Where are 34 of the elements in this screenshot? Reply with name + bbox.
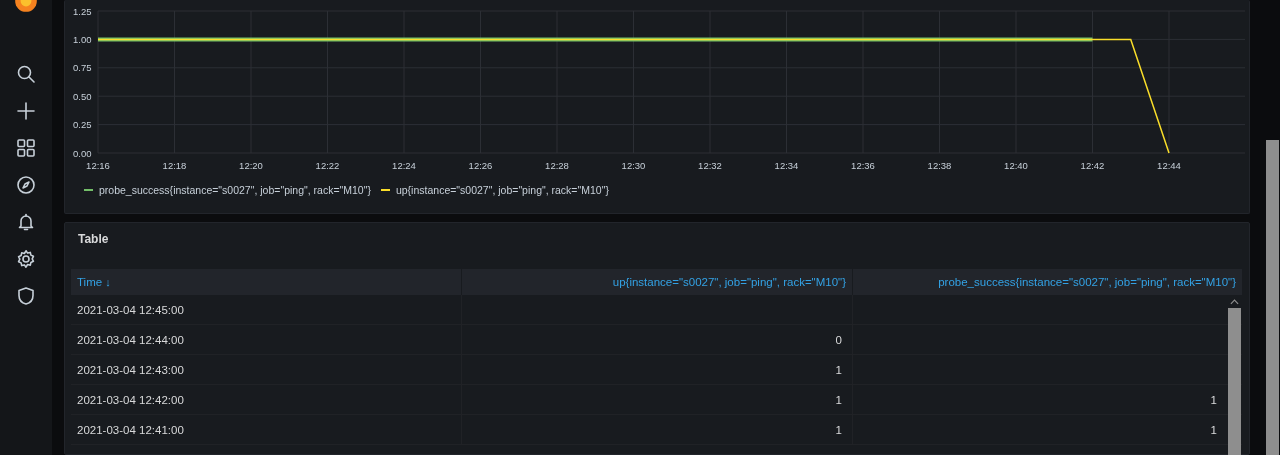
table-cell: 1: [1210, 423, 1217, 436]
table-cell: 2021-03-04 12:41:00: [77, 423, 184, 436]
x-tick-label: 12:42: [1080, 160, 1105, 171]
table-cell: 1: [835, 423, 842, 436]
y-tick-label: 0.25: [73, 119, 92, 131]
sort-arrow-icon: ↓: [105, 276, 111, 288]
table-cell: 1: [835, 363, 842, 376]
x-tick-label: 12:44: [1157, 160, 1181, 171]
y-tick-label: 0.75: [73, 62, 92, 74]
x-tick-label: 12:20: [239, 160, 263, 171]
y-tick-label: 1.25: [73, 5, 92, 17]
table-cell: 2021-03-04 12:43:00: [77, 363, 184, 376]
x-tick-label: 12:28: [545, 160, 569, 171]
x-tick-label: 12:34: [774, 160, 799, 171]
x-tick-label: 12:26: [468, 160, 493, 171]
x-tick-label: 12:18: [162, 160, 187, 171]
x-tick-label: 12:36: [851, 160, 875, 171]
x-tick-label: 12:22: [315, 160, 340, 171]
table-cell: 2021-03-04 12:44:00: [77, 333, 184, 346]
x-tick-label: 12:30: [621, 160, 646, 171]
panel-title: Table: [77, 231, 110, 248]
x-tick-label: 12:24: [392, 160, 416, 171]
table-cell: 1: [1210, 393, 1217, 406]
table-cell: 0: [835, 333, 842, 346]
y-tick-label: 1.00: [73, 33, 92, 45]
x-tick-label: 12:16: [86, 160, 110, 171]
x-tick-label: 12:40: [1004, 160, 1028, 171]
x-tick-label: 12:32: [698, 160, 722, 171]
y-tick-label: 0.00: [73, 147, 92, 159]
x-tick-label: 12:38: [927, 160, 952, 171]
table-cell: 2021-03-04 12:42:00: [77, 393, 184, 406]
y-tick-label: 0.50: [73, 90, 92, 102]
table-cell: 1: [835, 393, 842, 406]
table-cell: 2021-03-04 12:45:00: [77, 303, 184, 316]
